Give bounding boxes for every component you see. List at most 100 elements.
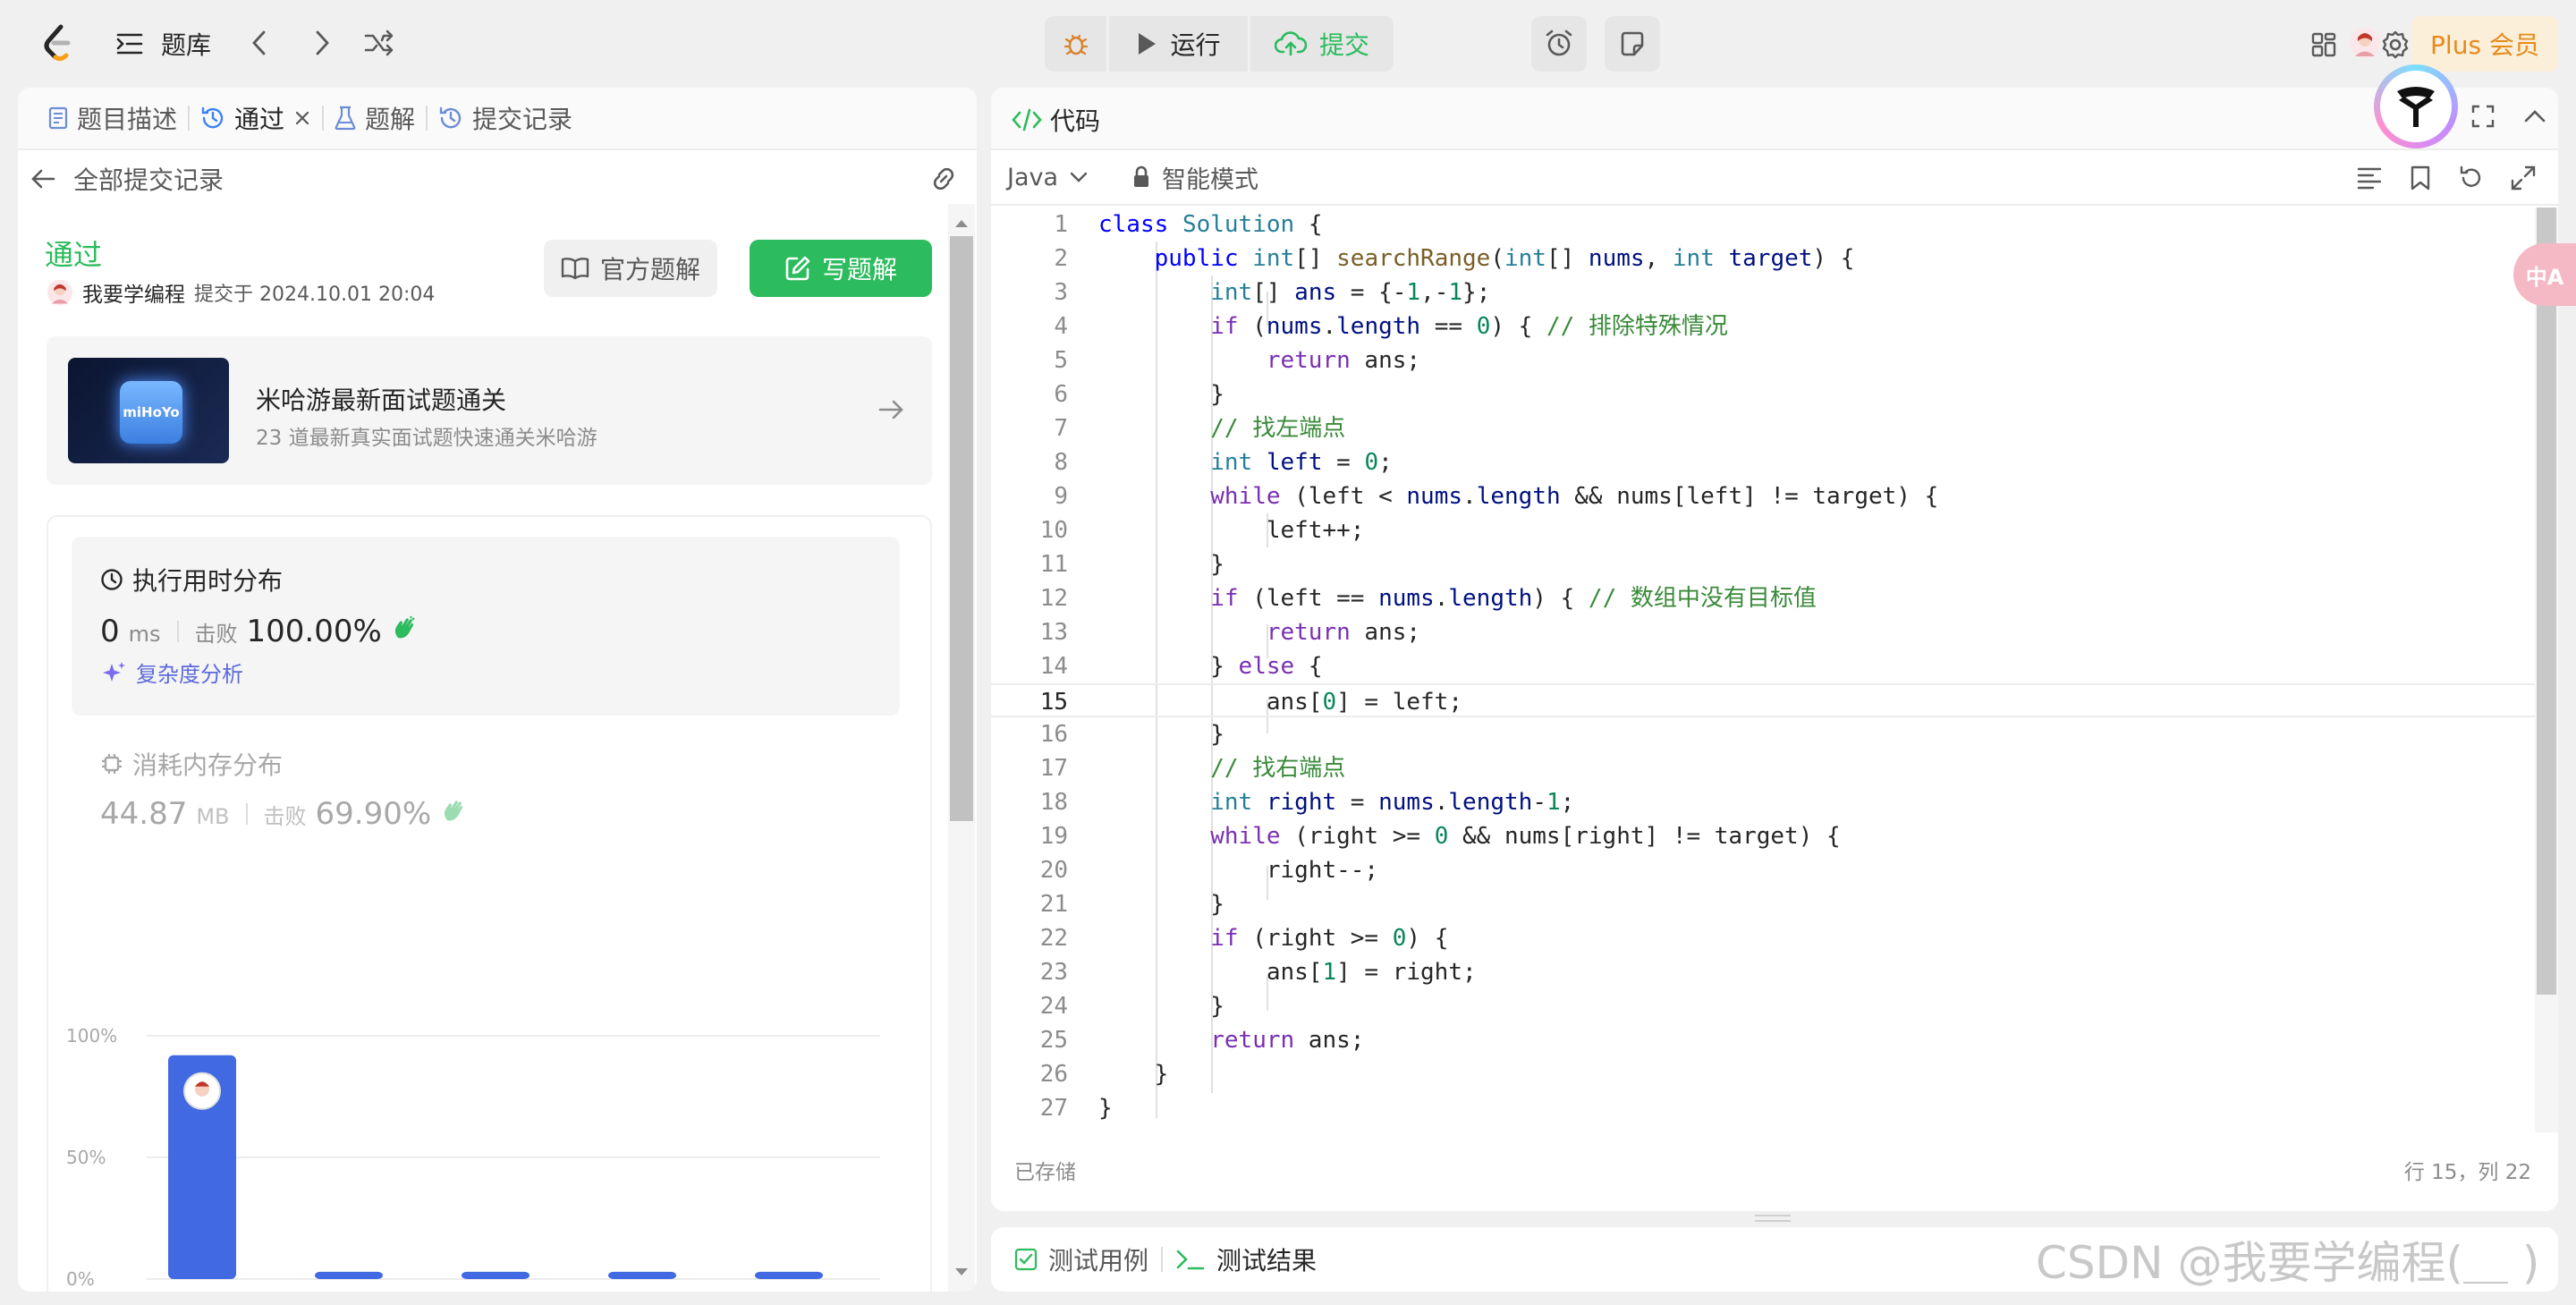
all-submissions-label[interactable]: 全部提交记录 bbox=[73, 161, 224, 197]
user-avatar[interactable] bbox=[2347, 25, 2383, 61]
memory-header[interactable]: 消耗内存分布 bbox=[100, 746, 283, 782]
code-line: 25 return ans; bbox=[1039, 1027, 1365, 1054]
arrow-right-icon[interactable] bbox=[878, 394, 905, 429]
chevron-left-icon bbox=[252, 30, 266, 55]
official-solution-button[interactable]: 官方题解 bbox=[544, 240, 717, 297]
prev-problem-button[interactable] bbox=[234, 18, 284, 68]
complexity-analysis-link[interactable]: 复杂度分析 bbox=[102, 657, 243, 688]
submit-button[interactable]: 提交 bbox=[1250, 16, 1394, 72]
run-submit-group: 运行 提交 bbox=[1045, 16, 1394, 72]
official-solution-label: 官方题解 bbox=[599, 255, 700, 284]
smart-mode-toggle[interactable]: 智能模式 bbox=[1131, 160, 1258, 195]
code-header: 代码 bbox=[991, 88, 2558, 150]
translate-button[interactable]: 中A bbox=[2513, 243, 2576, 306]
scroll-down-icon[interactable] bbox=[953, 1267, 970, 1277]
tab-submissions-label: 提交记录 bbox=[472, 105, 573, 134]
performance-card: 执行用时分布 0 ms 击败 100.00% 复杂度分析 消耗内存分布 44.8… bbox=[47, 515, 932, 1292]
assistant-avatar-button[interactable] bbox=[2374, 64, 2458, 148]
runtime-header: 执行用时分布 bbox=[100, 562, 283, 597]
layout-button[interactable] bbox=[2299, 20, 2349, 70]
code-line: 23 ans[1] = right; bbox=[1039, 959, 1477, 986]
divider bbox=[245, 803, 248, 825]
bar-3ms bbox=[608, 1271, 676, 1279]
clap-icon bbox=[440, 797, 467, 824]
left-scrollbar-thumb[interactable] bbox=[950, 236, 973, 821]
watermark: CSDN @我要学编程(＿ ) bbox=[2036, 1237, 2540, 1289]
resize-handle[interactable] bbox=[1755, 1215, 1791, 1222]
debug-button[interactable] bbox=[1045, 16, 1109, 72]
code-tab[interactable]: 代码 bbox=[1011, 102, 1100, 138]
next-problem-button[interactable] bbox=[297, 18, 347, 68]
editor-toolbar: Java 智能模式 bbox=[991, 150, 2558, 206]
avatar[interactable] bbox=[47, 279, 73, 306]
reset-icon[interactable] bbox=[2458, 165, 2485, 191]
memory-value: 44.87 bbox=[100, 796, 188, 832]
promo-image: miHoYo bbox=[68, 358, 229, 463]
run-button[interactable]: 运行 bbox=[1109, 16, 1250, 72]
list-icon bbox=[116, 32, 143, 55]
format-icon[interactable] bbox=[2356, 165, 2383, 191]
test-results-label: 测试结果 bbox=[1216, 1246, 1318, 1275]
code-icon bbox=[1011, 107, 1043, 132]
code-line: 22 if (right >= 0) { bbox=[1039, 925, 1449, 952]
promo-card[interactable]: miHoYo 米哈游最新面试题通关 23 道最新真实面试题快速通关米哈游 bbox=[47, 336, 932, 485]
memory-beat-label: 击败 bbox=[263, 804, 307, 829]
lock-icon bbox=[1134, 165, 1149, 187]
code-editor[interactable]: 1 class Solution { 2 public int[] searchR… bbox=[991, 208, 2535, 1132]
language-select[interactable]: Java bbox=[1007, 164, 1089, 191]
author-name[interactable]: 我要学编程 bbox=[82, 277, 185, 308]
write-solution-button[interactable]: 写题解 bbox=[750, 240, 932, 297]
tab-divider bbox=[1161, 1247, 1164, 1272]
expand-icon[interactable] bbox=[2510, 165, 2537, 191]
shuffle-icon bbox=[364, 30, 394, 56]
run-label: 运行 bbox=[1170, 30, 1221, 60]
complexity-label: 复杂度分析 bbox=[136, 662, 243, 687]
assistant-logo-icon bbox=[2397, 87, 2435, 127]
tab-submissions[interactable]: 提交记录 bbox=[428, 88, 583, 149]
code-line: 17 // 找右端点 bbox=[1039, 755, 1346, 782]
code-line: 9 while (left < nums.length && nums[left… bbox=[1054, 483, 1939, 510]
link-icon[interactable] bbox=[928, 165, 959, 192]
chevron-down-icon bbox=[1070, 172, 1088, 182]
all-submissions-row[interactable]: 全部提交记录 bbox=[30, 157, 959, 200]
code-scrollbar-thumb[interactable] bbox=[2537, 208, 2556, 995]
collapse-button[interactable] bbox=[2522, 104, 2547, 132]
alarm-button[interactable] bbox=[1531, 16, 1587, 72]
tab-accepted[interactable]: 通过 bbox=[190, 88, 322, 149]
checkbox-icon bbox=[1014, 1248, 1038, 1271]
tab-solutions[interactable]: 题解 bbox=[324, 88, 426, 149]
tab-test-results[interactable]: 测试结果 bbox=[1175, 1241, 1317, 1277]
avatar-icon bbox=[2350, 28, 2380, 58]
memory-values: 44.87 MB 击败 69.90% bbox=[100, 796, 467, 832]
runtime-values: 0 ms 击败 100.00% bbox=[100, 614, 418, 649]
alarm-clock-icon bbox=[1546, 30, 1572, 56]
code-line: 7 // 找左端点 bbox=[1054, 415, 1346, 442]
clap-icon bbox=[391, 614, 418, 641]
tab-test-cases[interactable]: 测试用例 bbox=[1014, 1241, 1148, 1277]
runtime-section[interactable]: 执行用时分布 0 ms 击败 100.00% 复杂度分析 bbox=[72, 537, 900, 716]
code-line: 21 } bbox=[1039, 891, 1224, 918]
code-line: 27} bbox=[1039, 1095, 1113, 1122]
bookmark-icon[interactable] bbox=[2408, 165, 2433, 191]
flask-icon bbox=[335, 106, 356, 131]
tab-description[interactable]: 题目描述 bbox=[38, 88, 188, 149]
leetcode-logo[interactable] bbox=[32, 20, 82, 66]
runtime-title: 执行用时分布 bbox=[132, 566, 284, 596]
code-line: 6 } bbox=[1054, 381, 1224, 408]
note-button[interactable] bbox=[1605, 16, 1660, 72]
fullscreen-button[interactable] bbox=[2470, 104, 2496, 132]
chevron-right-icon bbox=[316, 30, 329, 55]
promo-title: 米哈游最新面试题通关 bbox=[256, 386, 507, 415]
code-title: 代码 bbox=[1050, 106, 1101, 136]
arrow-left-icon[interactable] bbox=[30, 168, 55, 190]
scroll-up-icon[interactable] bbox=[953, 218, 970, 229]
runtime-distribution-chart[interactable]: 100% 50% 0% 1ms 2ms 3ms 4ms bbox=[66, 1014, 898, 1292]
bar-1ms bbox=[315, 1271, 383, 1279]
plus-membership-button[interactable]: Plus 会员 bbox=[2411, 16, 2558, 72]
submission-status: 通过 bbox=[45, 238, 103, 272]
close-icon[interactable] bbox=[293, 109, 311, 127]
x-tick-label: 4ms bbox=[769, 1289, 809, 1292]
code-line: 10 left++; bbox=[1039, 517, 1365, 544]
problems-nav[interactable]: 题库 bbox=[116, 21, 211, 66]
random-problem-button[interactable] bbox=[354, 18, 404, 68]
